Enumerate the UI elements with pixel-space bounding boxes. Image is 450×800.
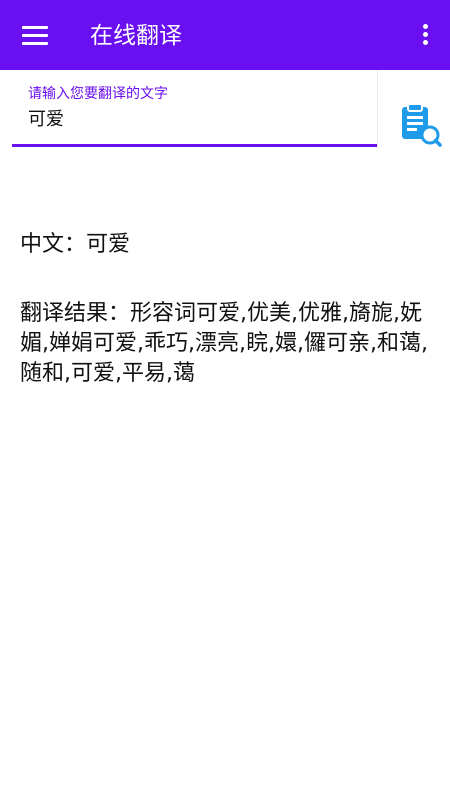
more-options-dot	[423, 24, 428, 29]
input-divider	[377, 70, 378, 147]
source-text-row: 中文：可爱	[20, 225, 430, 265]
input-label: 请输入您要翻译的文字	[28, 86, 168, 102]
translation-result: 中文：可爱 翻译结果：形容词可爱,优美,优雅,旖旎,妩媚,婵娟可爱,乖巧,漂亮,…	[20, 225, 430, 389]
clipboard-search-icon	[402, 103, 442, 147]
more-options-dot	[423, 32, 428, 37]
translation-input[interactable]	[28, 106, 358, 134]
menu-icon-bar	[22, 34, 48, 37]
translation-input-field[interactable]: 请输入您要翻译的文字	[12, 70, 377, 147]
app-toolbar: 在线翻译	[0, 0, 450, 70]
translator-app: 在线翻译 请输入您要翻译的文字 中文：	[0, 0, 450, 800]
app-title: 在线翻译	[90, 23, 182, 49]
input-area: 请输入您要翻译的文字	[0, 70, 450, 150]
result-label: 翻译结果：	[20, 301, 131, 326]
menu-icon-bar	[22, 42, 48, 45]
menu-icon[interactable]	[22, 26, 48, 46]
translate-button[interactable]	[396, 103, 442, 148]
result-text-row: 翻译结果：形容词可爱,优美,优雅,旖旎,妩媚,婵娟可爱,乖巧,漂亮,睆,嬛,儸可…	[20, 299, 430, 389]
source-label: 中文：	[20, 232, 87, 257]
input-underline	[12, 144, 377, 147]
more-options-dot	[423, 40, 428, 45]
menu-icon-bar	[22, 26, 48, 29]
source-text: 可爱	[86, 232, 131, 257]
more-options-icon[interactable]	[422, 24, 430, 46]
